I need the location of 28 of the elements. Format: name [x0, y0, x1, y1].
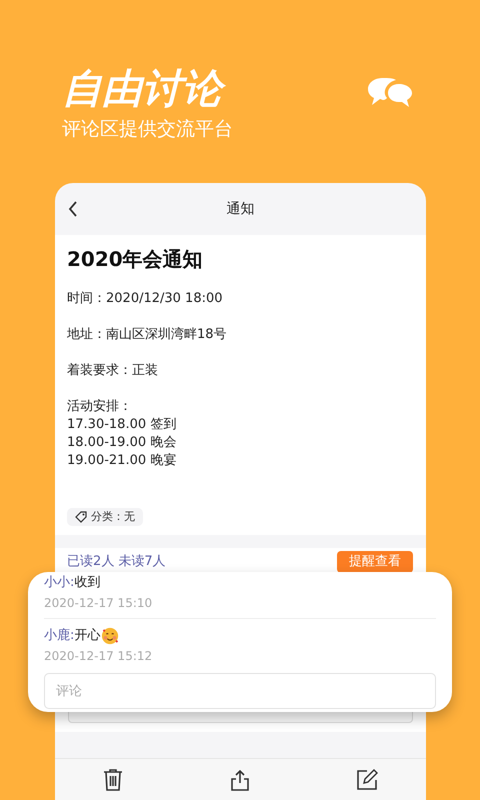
- comment-time: 2020-12-17 15:12: [44, 648, 154, 665]
- edit-icon[interactable]: [356, 768, 378, 790]
- notice-text: 地址：南山区深圳湾畔18号: [67, 326, 228, 344]
- comment-text: 开心: [74, 627, 100, 645]
- back-chevron-icon[interactable]: [68, 201, 78, 217]
- tag-icon: [75, 511, 87, 523]
- read-status: 已读2人 未读7人: [67, 553, 166, 571]
- category-tag: 分类：无: [67, 508, 143, 526]
- comment-author: 小小:: [44, 574, 74, 592]
- notice-text: 18.00-19.00 晚会: [67, 434, 178, 452]
- nav-title: 通知: [226, 200, 254, 218]
- notice-text: 19.00-21.00 晚宴: [67, 452, 178, 470]
- remind-button[interactable]: 提醒查看: [337, 551, 413, 573]
- notice-text: 活动安排：: [67, 398, 133, 416]
- comment-time: 2020-12-17 15:10: [44, 595, 154, 612]
- notice-text: 着装要求：正装: [67, 362, 159, 380]
- notice-text: 17.30-18.00 签到: [67, 416, 178, 434]
- smiling-face-icon: [101, 627, 120, 645]
- banner-subtitle: 评论区提供交流平台: [62, 117, 233, 142]
- comment-input[interactable]: 评论: [44, 673, 436, 709]
- comment-text: 收到: [74, 574, 100, 592]
- comment-author: 小鹿:: [44, 627, 74, 645]
- trash-icon[interactable]: [103, 768, 123, 790]
- banner-title: 自由讨论: [62, 66, 233, 112]
- share-icon[interactable]: [230, 768, 250, 790]
- notice-text: 时间：2020/12/30 18:00: [67, 290, 224, 308]
- notice-title: 2020年会通知: [67, 246, 204, 273]
- speech-bubbles-icon: [366, 76, 414, 110]
